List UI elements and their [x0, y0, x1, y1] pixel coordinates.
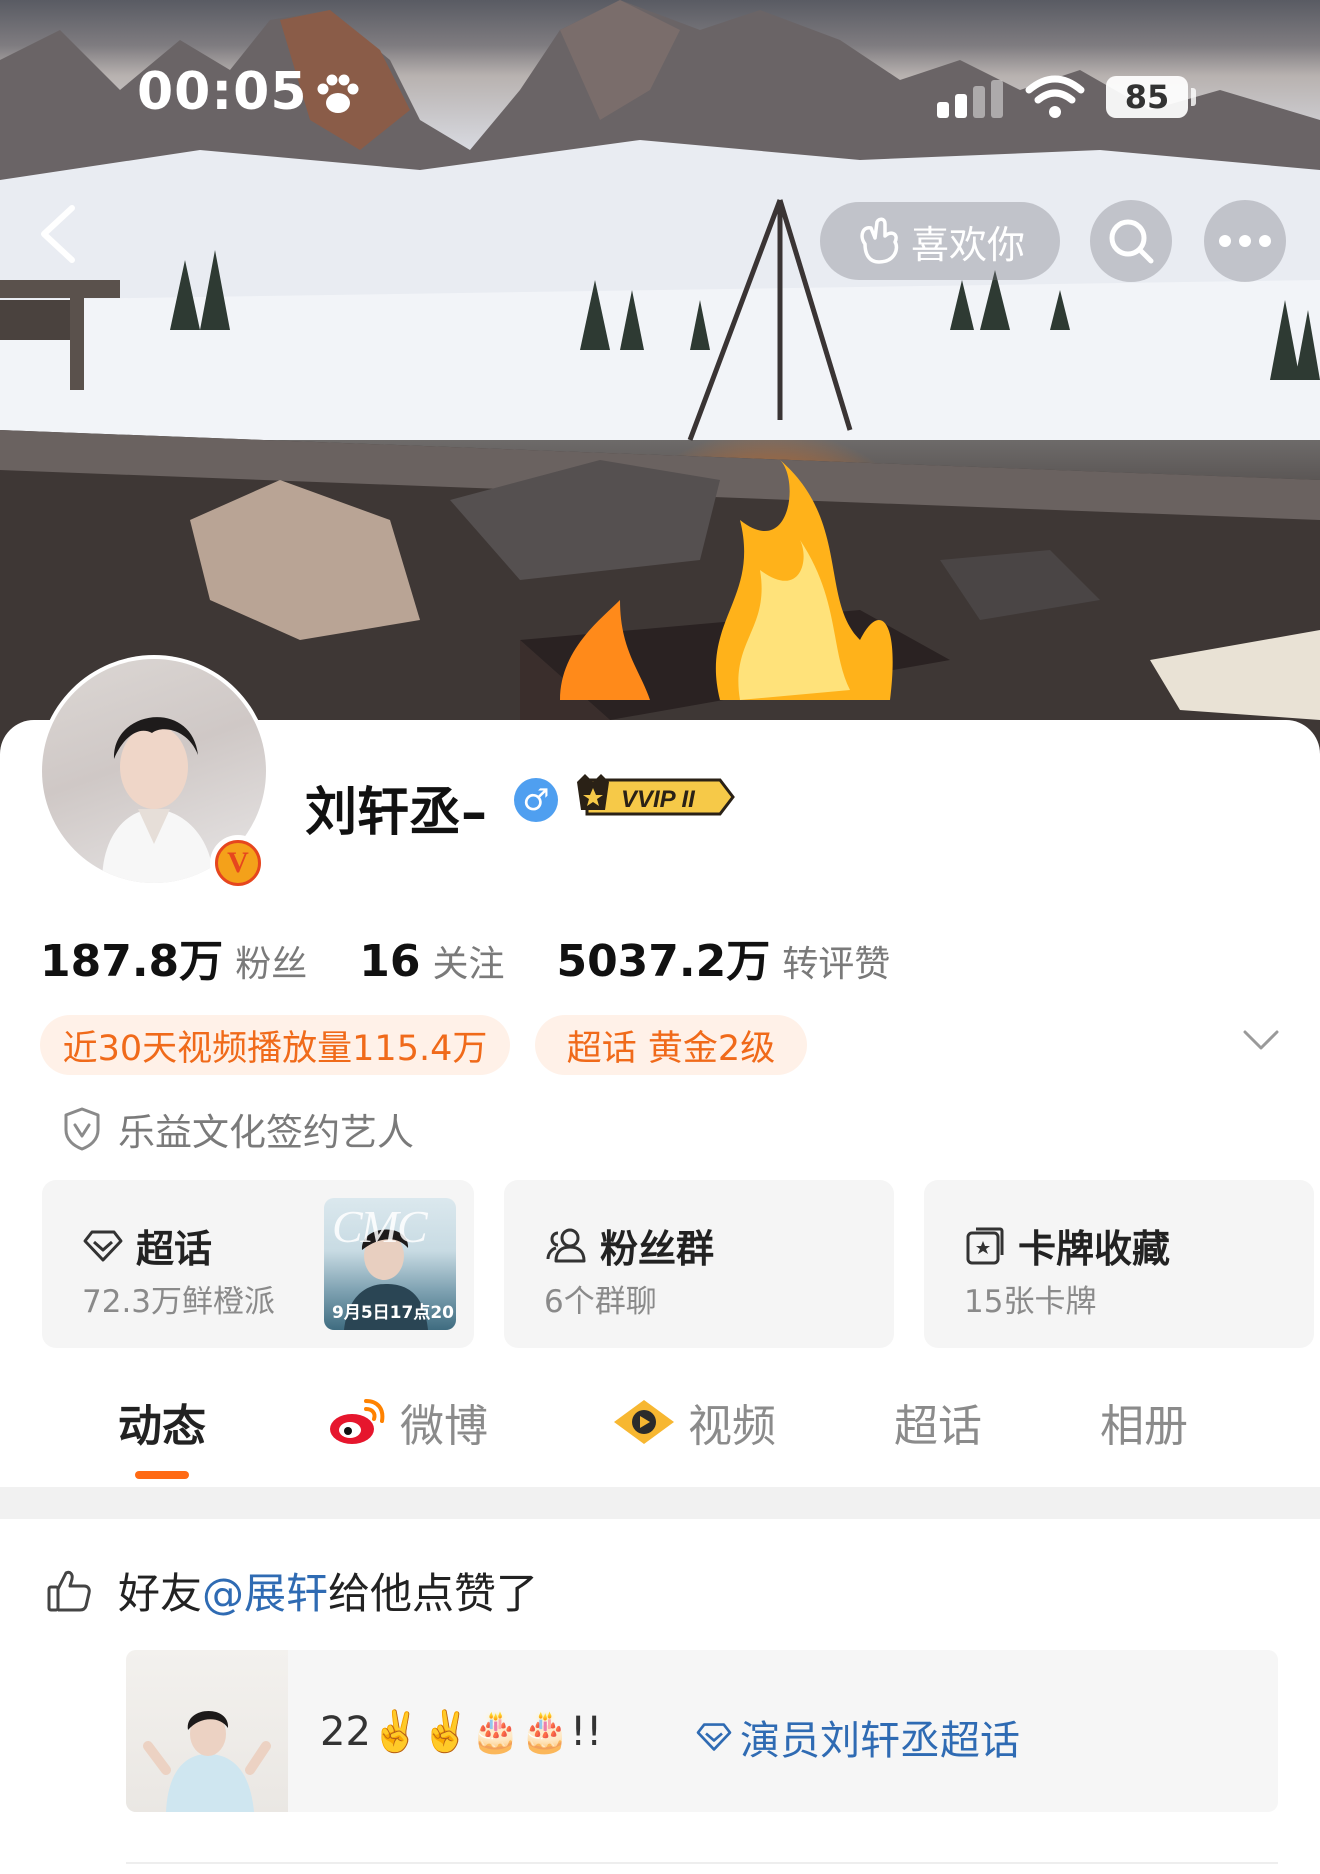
contract-label: 乐益文化签约艺人 [118, 1111, 414, 1154]
weibo-icon [330, 1399, 385, 1444]
more-dots-icon [1219, 235, 1271, 247]
battery-indicator: 85 [1106, 76, 1188, 118]
followers-label[interactable]: 粉丝 [235, 935, 307, 987]
tab-dynamics[interactable]: 动态 [118, 1390, 206, 1454]
tab-supertopic[interactable]: 超话 [894, 1390, 982, 1454]
following-label[interactable]: 关注 [432, 935, 504, 987]
tab-video-label: 视频 [688, 1401, 776, 1452]
search-icon [1109, 219, 1154, 264]
tab-video[interactable]: 视频 [612, 1390, 776, 1454]
tab-album-label: 相册 [1100, 1401, 1188, 1452]
username: 刘轩丞– [305, 783, 488, 843]
wifi-icon [1025, 75, 1085, 118]
fan-group-sub: 6个群聊 [544, 1284, 657, 1320]
card-collection-title: 卡牌收藏 [1018, 1227, 1171, 1271]
cover-banner[interactable]: 00:05 85 喜欢你 [0, 0, 1320, 760]
group-users-icon [546, 1228, 586, 1262]
card-collection-card[interactable]: 卡牌收藏 15张卡牌 [924, 1180, 1314, 1348]
vvip-label: VVIP II [621, 786, 696, 813]
engagement-count[interactable]: 5037.2万 [556, 925, 770, 989]
thumb-date: 9月5日17点20 [332, 1303, 454, 1323]
video-plays-tag[interactable]: 近30天视频播放量115.4万 [40, 1015, 510, 1075]
post-thumbnail [126, 1650, 288, 1812]
supertopic-sub: 72.3万鲜橙派 [82, 1284, 276, 1320]
feed-prefix: 好友 [118, 1569, 203, 1618]
chevron-down-icon[interactable] [1242, 1028, 1280, 1052]
fan-group-card[interactable]: 粉丝群 6个群聊 [504, 1180, 894, 1348]
card-star-icon [966, 1227, 1004, 1264]
card-collection-sub: 15张卡牌 [964, 1284, 1097, 1320]
more-button[interactable] [1204, 200, 1286, 282]
following-count[interactable]: 16 [359, 936, 420, 987]
supertopic-link-label: 演员刘轩丞超话 [740, 1718, 1020, 1764]
shield-v-icon [64, 1107, 100, 1151]
thumbs-up-icon [47, 1570, 91, 1611]
supertopic-thumbnail: CMC 9月5日17点20 [324, 1198, 456, 1330]
thumb-title: CMC [332, 1201, 428, 1252]
tab-supertopic-label: 超话 [894, 1401, 982, 1452]
verified-v-icon: V [215, 840, 261, 886]
liked-post-card[interactable]: 22✌️✌️🎂🎂!! 演员刘轩丞超话 [126, 1650, 1278, 1812]
profile-tabs: 动态 微博 视频 超话 相册 [0, 1390, 1320, 1490]
vvip-badge[interactable]: VVIP II [575, 772, 735, 822]
diamond-icon [696, 1723, 732, 1751]
supertopic-card[interactable]: 超话 72.3万鲜橙派 CMC 9月5日17点20 [42, 1180, 474, 1348]
tab-dynamics-label: 动态 [118, 1401, 206, 1452]
status-time: 00:05 [137, 62, 308, 122]
cellular-signal-icon [937, 80, 1003, 118]
followers-count[interactable]: 187.8万 [40, 925, 223, 989]
like-you-button[interactable]: 喜欢你 [820, 202, 1060, 280]
post-text: 22✌️✌️🎂🎂!! [320, 1709, 603, 1755]
post-thumbnail-figure [143, 1710, 271, 1812]
male-gender-icon: ♂ [514, 778, 558, 822]
paw-icon [317, 74, 359, 113]
battery-tip [1191, 88, 1196, 106]
section-divider [0, 1487, 1320, 1519]
like-you-label: 喜欢你 [910, 222, 1025, 267]
tab-weibo[interactable]: 微博 [326, 1390, 488, 1454]
feed-like-header: 好友@展轩给他点赞了 [46, 1560, 538, 1621]
mention-link[interactable]: @展轩 [202, 1569, 328, 1618]
back-button[interactable] [30, 198, 90, 270]
diamond-icon [83, 1230, 123, 1261]
engagement-label[interactable]: 转评赞 [782, 935, 890, 987]
topic-level-tag[interactable]: 超话 黄金2级 [535, 1015, 807, 1075]
hand-heart-icon [860, 217, 899, 264]
verified-badge: V [210, 835, 266, 891]
supertopic-title: 超话 [136, 1227, 213, 1271]
profile-stats: 187.8万 粉丝 16 关注 5037.2万 转评赞 [40, 925, 942, 989]
search-button[interactable] [1090, 200, 1172, 282]
fan-group-title: 粉丝群 [600, 1227, 715, 1271]
feed-suffix: 给他点赞了 [328, 1569, 539, 1618]
tab-album[interactable]: 相册 [1100, 1390, 1188, 1454]
video-play-icon [614, 1400, 674, 1444]
tab-weibo-label: 微博 [400, 1401, 488, 1452]
supertopic-link[interactable]: 演员刘轩丞超话 [694, 1708, 1020, 1766]
feed-divider [126, 1862, 1278, 1864]
contract-info: 乐益文化签约艺人 [62, 1102, 414, 1156]
active-tab-indicator [135, 1471, 189, 1479]
